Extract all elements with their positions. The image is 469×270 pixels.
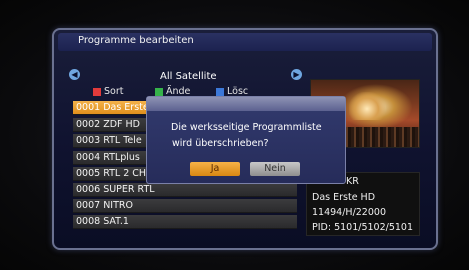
page-title: Programme bearbeiten <box>78 35 194 46</box>
no-button[interactable]: Nein <box>250 162 300 176</box>
preview-stage <box>349 92 385 120</box>
info-line: KR <box>346 176 359 187</box>
red-key-icon <box>93 88 101 96</box>
channel-row[interactable]: 0006 SUPER RTL <box>73 183 297 197</box>
info-line: Das Erste HD <box>312 192 376 203</box>
satellite-label: All Satellite <box>160 71 217 82</box>
dialog-message-line2: wird überschrieben? <box>172 138 269 149</box>
green-key-icon <box>155 88 163 96</box>
channel-row[interactable]: 0008 SAT.1 <box>73 215 297 229</box>
info-line: PID: 5101/5102/5101 <box>312 222 413 233</box>
legend-sort: Sort <box>104 86 124 97</box>
blue-key-icon <box>216 88 224 96</box>
info-line: 11494/H/22000 <box>312 207 386 218</box>
dialog-message-line1: Die werksseitige Programmliste <box>171 122 322 133</box>
arrow-left-icon[interactable]: ◀ <box>69 69 80 80</box>
dialog-header <box>147 97 345 111</box>
yes-button[interactable]: Ja <box>190 162 240 176</box>
channel-row[interactable]: 0007 NITRO <box>73 199 297 213</box>
arrow-right-icon[interactable]: ▶ <box>291 69 302 80</box>
